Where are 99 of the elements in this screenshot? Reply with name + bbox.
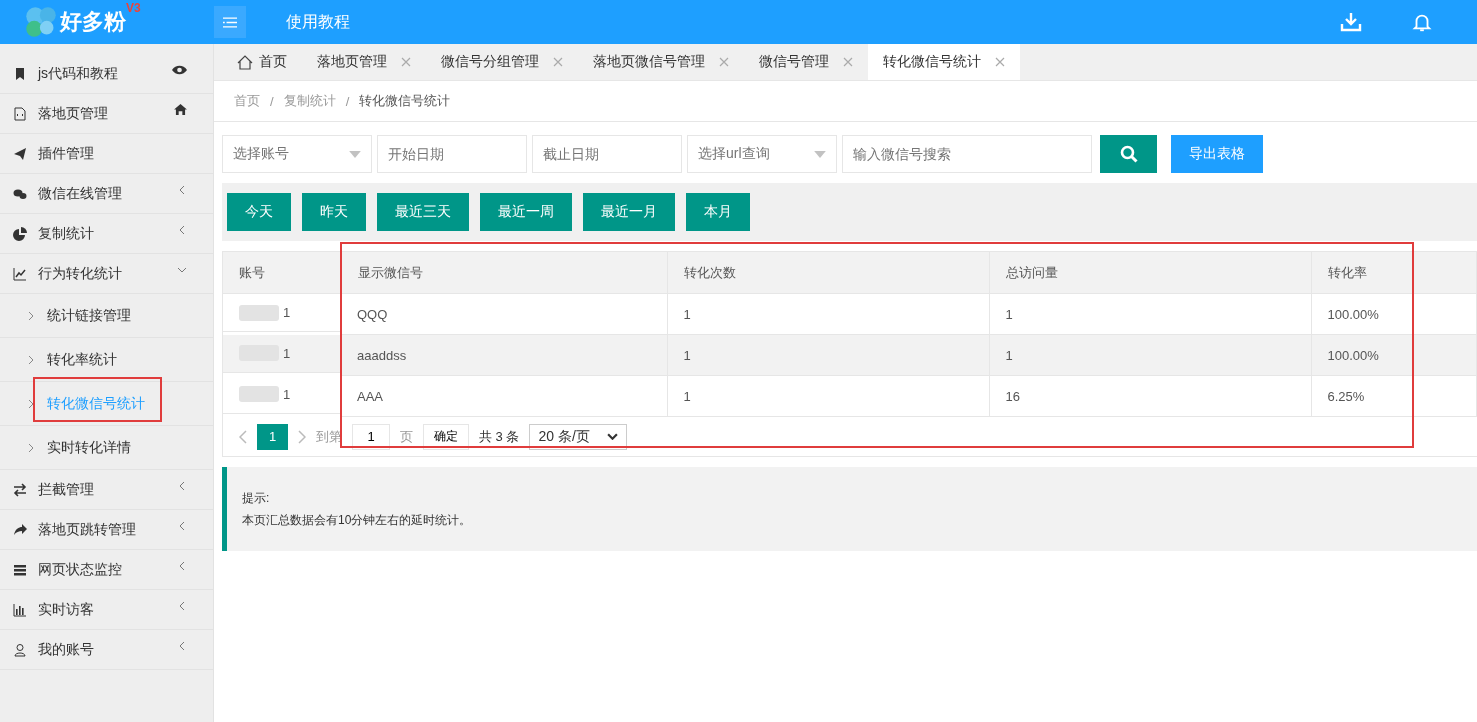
date-range-button[interactable]: 今天	[227, 193, 291, 231]
date-range-button[interactable]: 最近三天	[377, 193, 469, 231]
menu-item-icon	[13, 266, 27, 281]
table-cell: 1	[1005, 306, 1013, 322]
sidebar-item[interactable]: js代码和教程	[0, 54, 213, 94]
menu-item-icon	[13, 602, 27, 617]
confirm-button[interactable]: 确定	[423, 423, 469, 450]
table-cell: QQQ	[357, 306, 388, 322]
blurred-block	[239, 304, 279, 321]
dropdown-caret-icon	[814, 150, 826, 158]
total-count: 共 3 条	[479, 427, 520, 446]
eye-icon	[172, 64, 187, 75]
chevron-right-icon	[28, 354, 34, 365]
breadcrumb-separator: /	[270, 93, 274, 109]
close-icon[interactable]	[995, 57, 1005, 67]
submenu-item[interactable]: 转化率统计	[0, 338, 213, 382]
date-range-button[interactable]: 本月	[686, 193, 750, 231]
breadcrumb-separator: /	[345, 93, 350, 109]
table-cell: 1	[1005, 347, 1013, 363]
sidebar-item[interactable]: 复制统计	[0, 214, 213, 254]
page-tab[interactable]: 转化微信号统计	[868, 44, 1020, 80]
tip-text: 本页汇总数据会有10分钟左右的延时统计。	[242, 512, 473, 529]
table-cell: 1	[283, 345, 291, 361]
table-cell: aaaddss	[357, 347, 407, 363]
date-field[interactable]: 开始日期	[377, 135, 527, 173]
menu-item-icon	[13, 642, 27, 657]
page-input[interactable]: 1	[352, 423, 390, 450]
download-icon[interactable]	[1339, 10, 1363, 34]
chevron-down-icon	[607, 433, 619, 440]
sidebar-item[interactable]: 微信在线管理	[0, 174, 213, 214]
column-header: 转化次数	[667, 252, 989, 294]
menu-button[interactable]	[214, 6, 246, 38]
page-tab[interactable]: 微信号管理	[744, 44, 868, 80]
version-label: V3	[126, 1, 141, 15]
column-header: 账号	[223, 252, 341, 294]
column-header: 总访问量	[989, 252, 1311, 294]
column-header: 转化率	[1311, 252, 1477, 294]
table-cell: 1	[683, 347, 691, 363]
breadcrumb-link[interactable]: 转化微信号统计	[359, 92, 451, 110]
submenu-item[interactable]: 统计链接管理	[0, 294, 213, 338]
chevron-right-icon	[28, 442, 34, 453]
chevron-right-icon	[28, 310, 34, 321]
column-header: 显示微信号	[341, 252, 667, 294]
page-size-select[interactable]: 20 条/页	[529, 423, 628, 450]
date-range-button[interactable]: 最近一月	[583, 193, 675, 231]
search-field[interactable]: 输入微信号搜索	[842, 135, 1092, 173]
search-icon	[1119, 145, 1138, 163]
page-unit-label: 页	[400, 427, 413, 446]
search-button[interactable]	[1100, 135, 1157, 173]
sidebar-item[interactable]: 我的账号	[0, 630, 213, 670]
menu-item-icon	[13, 482, 27, 497]
table-cell: 6.25%	[1327, 388, 1365, 404]
page-tab[interactable]: 落地页微信号管理	[578, 44, 744, 80]
close-icon[interactable]	[843, 57, 853, 67]
menu-item-icon	[13, 522, 27, 537]
chevron-right-icon	[28, 398, 34, 409]
menu-item-icon	[13, 562, 27, 577]
table-cell: 16	[1005, 388, 1020, 404]
sidebar-item[interactable]: 插件管理	[0, 134, 213, 174]
logo-text: 好多粉	[60, 8, 126, 36]
menu-item-icon	[13, 146, 27, 161]
sidebar-item[interactable]: 落地页管理	[0, 94, 213, 134]
close-icon[interactable]	[719, 57, 729, 67]
chevron-right-icon[interactable]	[298, 429, 306, 444]
date-range-button[interactable]: 昨天	[302, 193, 366, 231]
table-cell: 1	[683, 306, 691, 322]
home-icon	[237, 54, 253, 70]
sidebar-item[interactable]: 落地页跳转管理	[0, 510, 213, 550]
select-field[interactable]: 选择url查询	[687, 135, 837, 173]
table-cell: 100.00%	[1327, 306, 1379, 322]
menu-icon	[223, 16, 237, 28]
table-cell: AAA	[357, 388, 383, 404]
chevron-left-icon[interactable]	[239, 429, 247, 444]
menu-item-icon	[13, 106, 27, 121]
table-cell: 1	[283, 305, 291, 320]
select-field[interactable]: 选择账号	[222, 135, 372, 173]
table-cell: 1	[683, 388, 691, 404]
sidebar-item[interactable]: 拦截管理	[0, 470, 213, 510]
close-icon[interactable]	[553, 57, 563, 67]
submenu-item[interactable]: 实时转化详情	[0, 426, 213, 470]
blurred-block	[239, 386, 279, 402]
menu-item-icon	[13, 66, 27, 81]
date-range-button[interactable]: 最近一周	[480, 193, 572, 231]
close-icon[interactable]	[401, 57, 411, 67]
page-number[interactable]: 1	[257, 423, 288, 450]
sidebar-item[interactable]: 实时访客	[0, 590, 213, 630]
tip-title: 提示:	[242, 490, 271, 507]
date-field[interactable]: 截止日期	[532, 135, 682, 173]
table-cell: 100.00%	[1327, 347, 1379, 363]
page-tab[interactable]: 落地页管理	[302, 44, 426, 80]
menu-item-icon	[13, 226, 27, 241]
page-tab[interactable]: 首页	[222, 44, 302, 80]
dropdown-caret-icon	[349, 150, 361, 158]
sidebar-item[interactable]: 行为转化统计	[0, 254, 213, 294]
home-icon	[174, 104, 187, 115]
table-cell: 1	[283, 386, 291, 402]
clover-logo-icon	[24, 5, 58, 39]
sidebar-item[interactable]: 网页状态监控	[0, 550, 213, 590]
page-tab[interactable]: 微信号分组管理	[426, 44, 578, 80]
